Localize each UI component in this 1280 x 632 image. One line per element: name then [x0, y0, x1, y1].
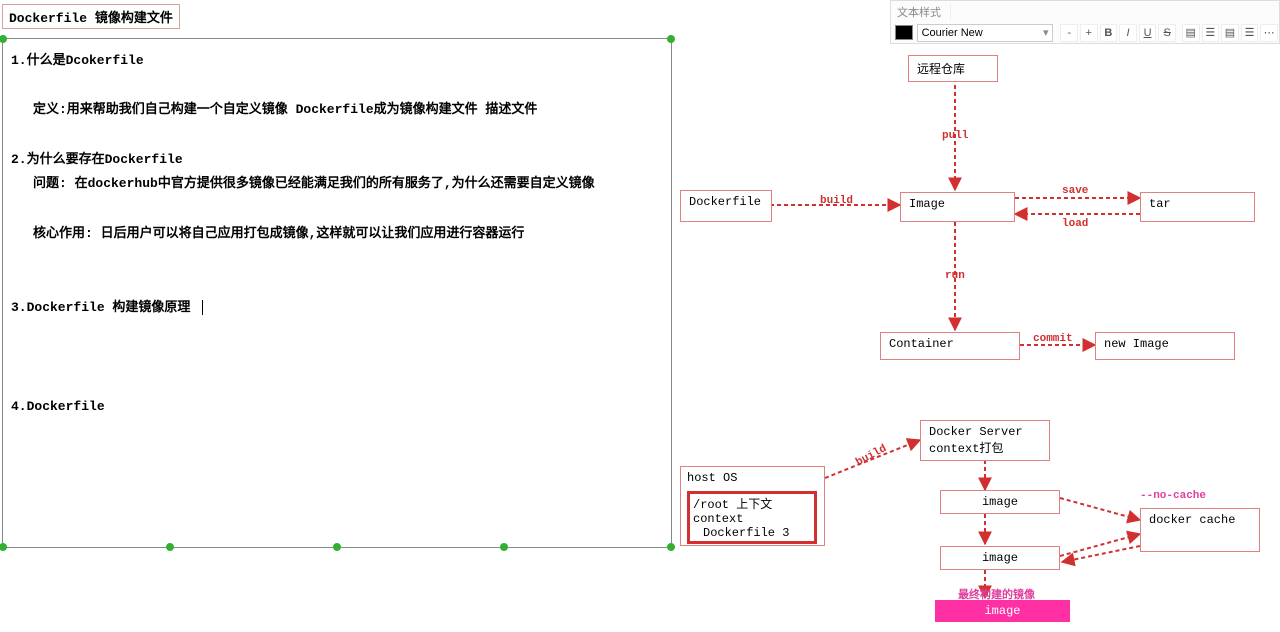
italic-button[interactable]: I [1119, 24, 1137, 42]
paragraph: 问题: 在dockerhub中官方提供很多镜像已经能满足我们的所有服务了,为什么… [11, 172, 663, 197]
heading-1: 1.什么是Dcokerfile [11, 49, 663, 74]
node-final-image: image [935, 600, 1070, 622]
bold-button[interactable]: B [1100, 24, 1118, 42]
formatting-toolbar: 文本样式 Courier New ‐ + B I U S ▤ ☰ ▤ ☰ ⋯ [890, 0, 1280, 44]
node-container: Container [880, 332, 1020, 360]
edge-label-nocache: --no-cache [1140, 490, 1206, 502]
heading-3: 3.Dockerfile 构建镜像原理 [11, 296, 663, 321]
node-tar: tar [1140, 192, 1255, 222]
align-justify-button[interactable]: ☰ [1241, 24, 1259, 42]
edge-label-build: build [820, 195, 853, 207]
node-docker-cache: docker cache [1140, 508, 1260, 552]
docker-server-line1: Docker Server [929, 425, 1041, 439]
page-title: Dockerfile 镜像构建文件 [2, 4, 180, 29]
edge-label-pull: pull [942, 130, 968, 142]
edge-label-run: run [945, 270, 965, 282]
edge-label-commit: commit [1033, 333, 1073, 345]
text-color-swatch[interactable] [895, 25, 913, 40]
paragraph: 核心作用: 日后用户可以将自己应用打包成镜像,这样就可以让我们应用进行容器运行 [11, 222, 663, 247]
align-right-button[interactable]: ▤ [1221, 24, 1239, 42]
root-context-line2: Dockerfile 3 [693, 526, 811, 540]
text-cursor [202, 300, 203, 315]
toolbar-group-label: 文本样式 [891, 4, 951, 20]
edge-label-load: load [1062, 218, 1088, 230]
text-editor-content[interactable]: 1.什么是Dcokerfile 定义:用来帮助我们自己构建一个自定义镜像 Doc… [11, 49, 663, 419]
root-context-line1: /root 上下文context [693, 495, 811, 526]
size-plus-button[interactable]: + [1080, 24, 1098, 42]
node-docker-server: Docker Server context打包 [920, 420, 1050, 461]
heading-2: 2.为什么要存在Dockerfile [11, 148, 663, 173]
size-minus-button[interactable]: ‐ [1060, 24, 1078, 42]
host-os-label: host OS [687, 471, 818, 485]
node-dockerfile: Dockerfile [680, 190, 772, 222]
text-editor-selection-frame[interactable]: 1.什么是Dcokerfile 定义:用来帮助我们自己构建一个自定义镜像 Doc… [2, 38, 672, 548]
node-remote-repo: 远程仓库 [908, 55, 998, 82]
edge-label-save: save [1062, 185, 1088, 197]
node-image: Image [900, 192, 1015, 222]
node-new-image: new Image [1095, 332, 1235, 360]
node-host-os: host OS /root 上下文context Dockerfile 3 [680, 466, 825, 546]
heading-4: 4.Dockerfile [11, 395, 663, 420]
font-family-select[interactable]: Courier New [917, 24, 1054, 42]
edge-label-build2: build [854, 443, 889, 469]
align-left-button[interactable]: ▤ [1182, 24, 1200, 42]
node-root-context: /root 上下文context Dockerfile 3 [687, 491, 817, 544]
node-image-layer-1: image [940, 490, 1060, 514]
node-image-layer-2: image [940, 546, 1060, 570]
underline-button[interactable]: U [1139, 24, 1157, 42]
strike-button[interactable]: S [1158, 24, 1176, 42]
docker-server-line2: context打包 [929, 439, 1041, 456]
align-center-button[interactable]: ☰ [1202, 24, 1220, 42]
paragraph: 定义:用来帮助我们自己构建一个自定义镜像 Dockerfile成为镜像构建文件 … [11, 98, 663, 123]
more-button[interactable]: ⋯ [1260, 24, 1278, 42]
